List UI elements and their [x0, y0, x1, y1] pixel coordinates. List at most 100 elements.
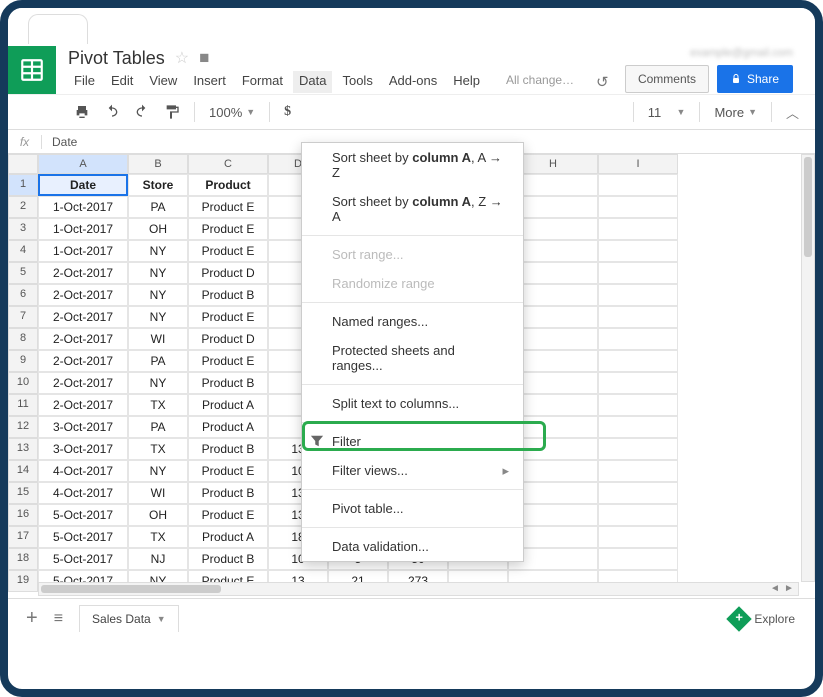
cell[interactable]: Product: [188, 174, 268, 196]
row-header[interactable]: 4: [8, 240, 38, 262]
more-toolbar[interactable]: More ▼: [708, 101, 763, 124]
menu-pivot-table[interactable]: Pivot table...: [302, 494, 523, 523]
cell[interactable]: [598, 548, 678, 570]
menu-addons[interactable]: Add-ons: [383, 71, 443, 93]
column-header[interactable]: B: [128, 154, 188, 174]
horizontal-scrollbar[interactable]: ◄ ►: [38, 582, 799, 596]
menu-filter-views[interactable]: Filter views...▸: [302, 456, 523, 485]
menu-sort-range[interactable]: Sort range...: [302, 240, 523, 269]
zoom-select[interactable]: 100% ▼: [203, 101, 261, 124]
cell[interactable]: [598, 394, 678, 416]
scroll-left-icon[interactable]: ◄: [768, 583, 782, 595]
cell[interactable]: Product A: [188, 416, 268, 438]
cell[interactable]: [598, 482, 678, 504]
cell[interactable]: 4-Oct-2017: [38, 482, 128, 504]
currency-button[interactable]: $: [278, 100, 297, 124]
cell[interactable]: [598, 174, 678, 196]
formula-bar[interactable]: Date: [42, 135, 77, 149]
cell[interactable]: NY: [128, 460, 188, 482]
cell[interactable]: 2-Oct-2017: [38, 262, 128, 284]
row-header[interactable]: 12: [8, 416, 38, 438]
cell[interactable]: OH: [128, 218, 188, 240]
cell[interactable]: 1-Oct-2017: [38, 240, 128, 262]
cell[interactable]: 2-Oct-2017: [38, 284, 128, 306]
row-header[interactable]: 10: [8, 372, 38, 394]
cell[interactable]: 2-Oct-2017: [38, 372, 128, 394]
column-header[interactable]: I: [598, 154, 678, 174]
row-header[interactable]: 6: [8, 284, 38, 306]
cell[interactable]: PA: [128, 350, 188, 372]
paint-format-button[interactable]: [158, 100, 186, 124]
menu-data[interactable]: Data: [293, 71, 332, 93]
cell[interactable]: Product B: [188, 548, 268, 570]
cell[interactable]: 1-Oct-2017: [38, 196, 128, 218]
menu-split-text[interactable]: Split text to columns...: [302, 389, 523, 418]
row-header[interactable]: 7: [8, 306, 38, 328]
menu-file[interactable]: File: [68, 71, 101, 93]
menu-named-ranges[interactable]: Named ranges...: [302, 307, 523, 336]
cell[interactable]: Product A: [188, 394, 268, 416]
cell[interactable]: [598, 196, 678, 218]
cell[interactable]: Product B: [188, 372, 268, 394]
explore-button[interactable]: Explore: [720, 606, 805, 632]
row-header[interactable]: 18: [8, 548, 38, 570]
cell[interactable]: NY: [128, 284, 188, 306]
cell[interactable]: 1-Oct-2017: [38, 218, 128, 240]
changes-saved-text[interactable]: All change…: [500, 71, 580, 93]
cell[interactable]: Product B: [188, 284, 268, 306]
cell[interactable]: OH: [128, 504, 188, 526]
row-header[interactable]: 17: [8, 526, 38, 548]
folder-icon[interactable]: ■: [199, 48, 209, 68]
cell[interactable]: [598, 306, 678, 328]
cell[interactable]: 3-Oct-2017: [38, 416, 128, 438]
cell[interactable]: Product A: [188, 526, 268, 548]
cell[interactable]: TX: [128, 438, 188, 460]
cell[interactable]: [598, 504, 678, 526]
cell[interactable]: Product E: [188, 306, 268, 328]
cell[interactable]: Product E: [188, 218, 268, 240]
collapse-toolbar-button[interactable]: ︿: [780, 99, 805, 126]
cell[interactable]: [598, 526, 678, 548]
cell[interactable]: 2-Oct-2017: [38, 350, 128, 372]
menu-format[interactable]: Format: [236, 71, 289, 93]
cell[interactable]: [598, 240, 678, 262]
row-header[interactable]: 5: [8, 262, 38, 284]
menu-help[interactable]: Help: [447, 71, 486, 93]
cell[interactable]: [598, 438, 678, 460]
cell[interactable]: NY: [128, 306, 188, 328]
menu-edit[interactable]: Edit: [105, 71, 139, 93]
fontsize-select[interactable]: 11 ▼: [642, 101, 692, 124]
grid-corner[interactable]: [8, 154, 38, 174]
cell[interactable]: Product E: [188, 460, 268, 482]
share-button[interactable]: Share: [717, 65, 793, 93]
cell[interactable]: [598, 328, 678, 350]
cell[interactable]: 5-Oct-2017: [38, 548, 128, 570]
cell[interactable]: WI: [128, 482, 188, 504]
cell[interactable]: Product E: [188, 504, 268, 526]
cell[interactable]: Product B: [188, 482, 268, 504]
column-header[interactable]: A: [38, 154, 128, 174]
row-header[interactable]: 19: [8, 570, 38, 592]
all-sheets-button[interactable]: ≡: [46, 610, 71, 628]
cell[interactable]: 3-Oct-2017: [38, 438, 128, 460]
row-header[interactable]: 11: [8, 394, 38, 416]
cell[interactable]: 2-Oct-2017: [38, 394, 128, 416]
cell[interactable]: PA: [128, 196, 188, 218]
comments-button[interactable]: Comments: [625, 65, 709, 93]
print-button[interactable]: [68, 100, 96, 124]
row-header[interactable]: 3: [8, 218, 38, 240]
cell[interactable]: [598, 460, 678, 482]
row-header[interactable]: 13: [8, 438, 38, 460]
row-header[interactable]: 9: [8, 350, 38, 372]
menu-insert[interactable]: Insert: [187, 71, 232, 93]
cell[interactable]: [598, 416, 678, 438]
menu-sort-az[interactable]: Sort sheet by column A, A → Z: [302, 143, 523, 187]
cell[interactable]: [598, 350, 678, 372]
menu-data-validation[interactable]: Data validation...: [302, 532, 523, 561]
column-header[interactable]: C: [188, 154, 268, 174]
account-email[interactable]: example@gmail.com: [690, 47, 793, 59]
cell[interactable]: Product E: [188, 240, 268, 262]
cell[interactable]: PA: [128, 416, 188, 438]
menu-view[interactable]: View: [143, 71, 183, 93]
document-title[interactable]: Pivot Tables: [68, 48, 165, 69]
